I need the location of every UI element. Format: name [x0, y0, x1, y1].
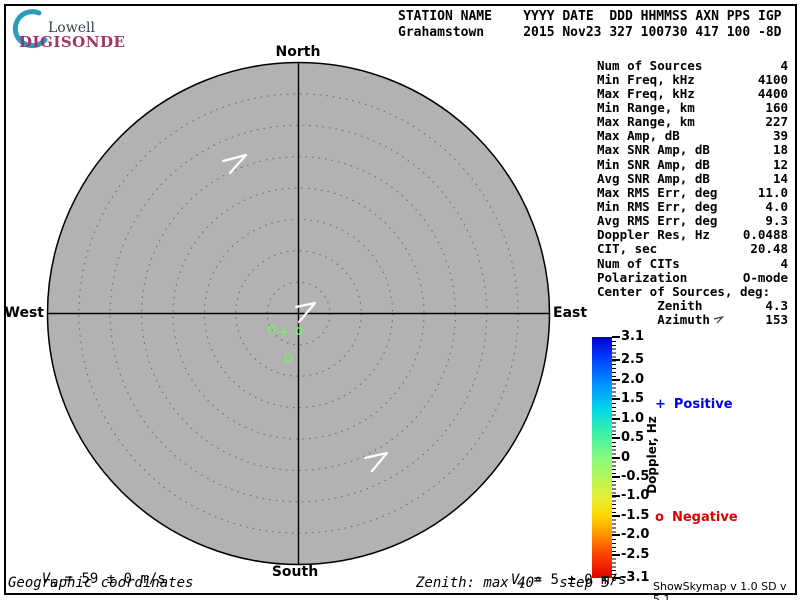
- stats-row: Max SNR Amp, dB 18: [597, 142, 788, 158]
- stats-value: 9.3: [765, 213, 788, 229]
- compass-label-south: South: [271, 564, 319, 580]
- stats-label: Min SNR Amp, dB: [597, 156, 710, 172]
- colorbar-tick-label: -2.5: [621, 546, 650, 562]
- stats-label: Num of CITs: [597, 255, 680, 271]
- stats-row: Polarization O-mode: [597, 269, 788, 285]
- stats-row: Zenith 4.3: [597, 297, 788, 313]
- stats-label: Azimuth: [597, 312, 724, 327]
- circle-marker-icon: o: [655, 510, 664, 525]
- colorbar-major-tick: [612, 495, 620, 498]
- stats-value: 14: [772, 170, 788, 186]
- colorbar-axis-title: Doppler, Hz: [645, 416, 659, 494]
- stats-row: Avg RMS Err, deg 9.3: [597, 213, 788, 229]
- colorbar-tick-label: -3.1: [621, 570, 650, 585]
- stats-label: Avg RMS Err, deg: [597, 213, 718, 229]
- stats-value: 0.0488: [742, 227, 788, 243]
- logo-product-name: DIGISONDE: [19, 33, 126, 51]
- stats-row: Min SNR Amp, dB 12: [597, 156, 788, 172]
- stats-row: Max Amp, dB 39: [597, 128, 788, 144]
- stats-value: 4: [780, 57, 788, 73]
- compass-label-west: West: [4, 305, 44, 321]
- stats-value: 4100: [757, 71, 788, 87]
- colorbar-major-tick: [612, 534, 620, 537]
- stats-value: 18: [772, 142, 788, 158]
- header-column-labels: STATION NAME YYYY DATE DDD HHMMSS AXN PP…: [398, 9, 782, 24]
- stats-label: Max RMS Err, deg: [597, 184, 718, 200]
- compass-label-east: East: [553, 305, 588, 321]
- stats-value: 4.3: [765, 297, 788, 313]
- stats-label: Zenith: [597, 297, 703, 313]
- stats-row: Doppler Res, Hz 0.0488: [597, 227, 788, 243]
- stats-row: Num of Sources 4: [597, 57, 788, 73]
- lowell-digisonde-logo: Lowell DIGISONDE: [10, 7, 130, 51]
- stats-row: Max Freq, kHz 4400: [597, 85, 788, 101]
- version-label: ShowSkymap v 1.0 SD v 5.1: [653, 580, 787, 600]
- plus-marker-icon: +: [655, 397, 666, 412]
- stats-label: Avg SNR Amp, dB: [597, 170, 710, 186]
- stats-row: Num of CITs 4: [597, 255, 788, 271]
- doppler-colorbar: [592, 337, 612, 578]
- stats-value: 20.48: [750, 241, 788, 257]
- colorbar-major-tick: [612, 417, 620, 420]
- legend-negative: o Negative: [655, 510, 738, 525]
- colorbar-major-tick: [612, 456, 620, 459]
- stats-label: Max Amp, dB: [597, 128, 680, 144]
- stats-value: 153: [765, 312, 788, 328]
- stats-value: 39: [772, 128, 788, 144]
- stats-row: Avg SNR Amp, dB 14: [597, 170, 788, 186]
- stats-value: 12: [772, 156, 788, 172]
- stats-row: Min Range, km 160: [597, 100, 788, 115]
- stats-label: Num of Sources: [597, 57, 703, 73]
- colorbar-tick-label: 2.5: [621, 352, 645, 368]
- stats-label: Max SNR Amp, dB: [597, 142, 710, 158]
- showskymap-window: Lowell DIGISONDE STATION NAME YYYY DATE …: [0, 0, 800, 600]
- stats-value: 4400: [757, 85, 788, 101]
- colorbar-major-tick: [612, 359, 620, 362]
- stats-value: 227: [765, 114, 788, 130]
- stats-row: Max RMS Err, deg 11.0: [597, 184, 788, 200]
- colorbar-tick-label: 2.0: [621, 371, 645, 387]
- stats-value: 4: [780, 255, 788, 271]
- stats-row: Max Range, km 227: [597, 114, 788, 130]
- colorbar-major-tick: [612, 475, 620, 478]
- stats-label: Polarization: [597, 269, 688, 285]
- stats-label: Max Range, km: [597, 114, 695, 130]
- stats-value: 11.0: [757, 184, 788, 200]
- stats-label: Min RMS Err, deg: [597, 198, 718, 214]
- colorbar-major-tick: [612, 398, 620, 401]
- legend-positive-label: Positive: [673, 397, 733, 412]
- stats-label: CIT, sec: [597, 241, 658, 257]
- zenith-scale-note: Zenith: max 40° step 5°: [416, 575, 619, 591]
- colorbar-major-tick: [612, 336, 620, 338]
- stats-value: 4.0: [765, 198, 788, 214]
- stats-label: Center of Sources, deg:: [597, 283, 771, 299]
- stats-row: Azimuth 153: [597, 312, 788, 328]
- compass-label-north: North: [275, 44, 321, 60]
- legend-positive: + Positive: [655, 397, 733, 412]
- colorbar-major-tick: [612, 378, 620, 381]
- azimuth-direction-arrow-icon: [713, 316, 724, 324]
- stats-row: CIT, sec 20.48: [597, 241, 788, 257]
- colorbar-tick-label: -2.0: [621, 527, 650, 543]
- stats-value: O-mode: [742, 269, 788, 285]
- stats-value: 160: [765, 100, 788, 115]
- colorbar-tick-label: 3.1: [621, 329, 645, 344]
- colorbar-major-tick: [612, 514, 620, 517]
- stats-label: Doppler Res, Hz: [597, 227, 710, 243]
- stats-row: Center of Sources, deg:: [597, 283, 788, 299]
- legend-negative-label: Negative: [671, 510, 738, 525]
- stats-row: Min RMS Err, deg 4.0: [597, 198, 788, 214]
- stats-row: Min Freq, kHz 4100: [597, 71, 788, 87]
- coordinates-note: Geographic coordinates: [8, 575, 194, 591]
- stats-panel: Num of Sources 4 Min Freq, kHz 4100 Max Freq…: [597, 57, 788, 328]
- stats-label: Min Range, km: [597, 100, 695, 115]
- stats-label: Min Freq, kHz: [597, 71, 695, 87]
- stats-label: Max Freq, kHz: [597, 85, 695, 101]
- header-station-values: Grahamstown 2015 Nov23 327 100730 417 10…: [398, 25, 782, 40]
- colorbar-tick-label: -1.5: [621, 507, 650, 523]
- colorbar-major-tick: [612, 437, 620, 440]
